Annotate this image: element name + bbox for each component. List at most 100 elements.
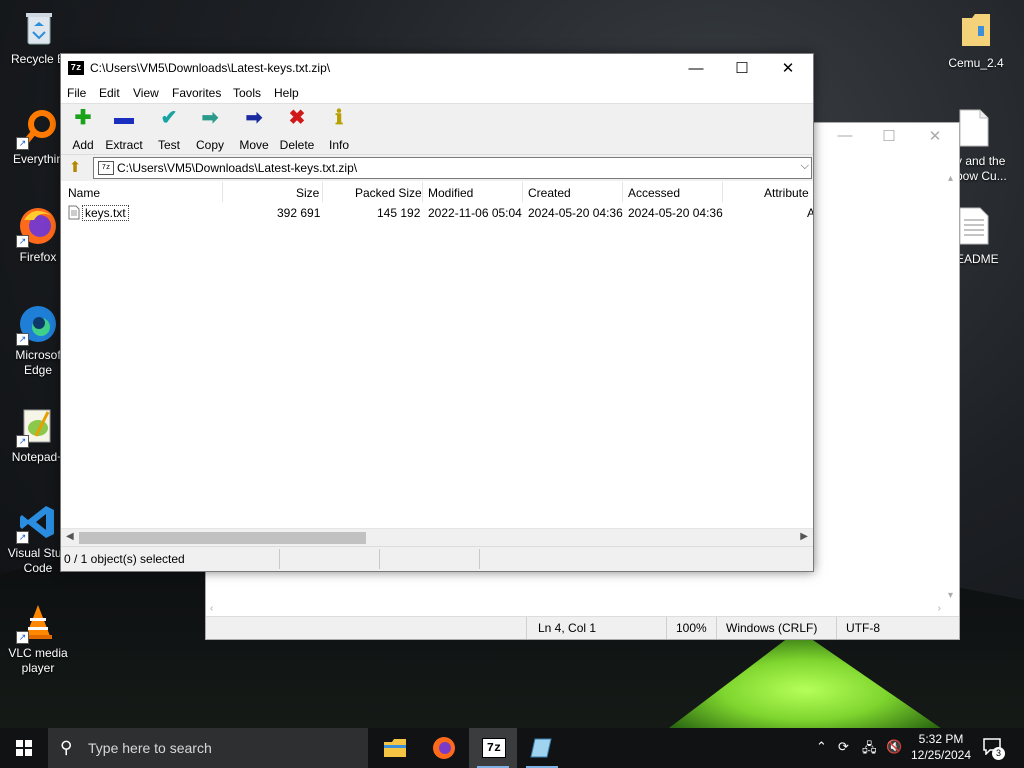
taskbar-notepad[interactable]: [518, 728, 566, 768]
column-divider[interactable]: [622, 182, 623, 202]
vlc-icon: ↗: [16, 602, 58, 644]
chevron-down-icon[interactable]: ⌵: [801, 160, 809, 173]
7zip-icon: 7z: [482, 738, 506, 758]
shortcut-arrow-icon: ↗: [16, 435, 29, 448]
file-accessed: 2024-05-20 04:36: [628, 206, 723, 220]
toolbar-add-button[interactable]: ✚ Add: [61, 106, 105, 151]
notepad-vertical-scrollbar[interactable]: ▴ ▾: [945, 173, 959, 601]
scrollbar-thumb[interactable]: [79, 532, 366, 544]
selection-status: 0 / 1 object(s) selected: [64, 552, 185, 566]
notification-center-button[interactable]: 3: [982, 737, 1006, 760]
menu-edit[interactable]: Edit: [99, 86, 120, 100]
folder-icon: [960, 10, 992, 50]
scroll-left-icon[interactable]: ‹: [210, 603, 213, 614]
address-bar: ⬆ 7z C:\Users\VM5\Downloads\Latest-keys.…: [61, 154, 813, 181]
taskbar-firefox[interactable]: [420, 728, 468, 768]
toolbar-test-button[interactable]: ✔ Test: [147, 106, 191, 151]
search-everything-icon: ↗: [16, 108, 58, 150]
horizontal-scrollbar[interactable]: ◀ ▶: [61, 528, 813, 547]
desktop-icon-readme[interactable]: EADME: [956, 206, 1016, 267]
clock-time: 5:32 PM: [918, 732, 964, 746]
minimize-icon: —: [688, 60, 704, 77]
notification-count: 3: [992, 747, 1005, 760]
maximize-icon[interactable]: ☐: [874, 127, 904, 147]
taskbar-7zip[interactable]: 7z: [469, 728, 517, 768]
column-divider[interactable]: [222, 182, 223, 202]
column-attributes[interactable]: Attribute: [764, 186, 809, 200]
address-field[interactable]: 7z C:\Users\VM5\Downloads\Latest-keys.tx…: [93, 157, 812, 179]
close-icon: ✕: [781, 60, 795, 77]
shortcut-arrow-icon: ↗: [16, 137, 29, 150]
column-modified[interactable]: Modified: [428, 186, 473, 200]
desktop-icon-document[interactable]: y and the bow Cu...: [956, 108, 1016, 184]
taskbar-clock[interactable]: 5:32 PM 12/25/2024: [908, 731, 974, 763]
maximize-button[interactable]: ☐: [719, 54, 765, 83]
shortcut-arrow-icon: ↗: [16, 631, 29, 644]
menu-view[interactable]: View: [133, 86, 159, 100]
toolbar-info-button[interactable]: ℹ Info: [317, 106, 361, 151]
status-separator: [279, 549, 280, 569]
notepad-icon: [530, 736, 554, 763]
system-tray: ⌃ ⟳ 🖧 🔇: [814, 728, 906, 768]
toolbar-button-label: Delete: [279, 138, 315, 152]
scroll-down-icon[interactable]: ▾: [948, 590, 953, 601]
desktop-icon-vlc[interactable]: ↗ VLC media player: [0, 602, 76, 676]
toolbar-delete-button[interactable]: ✖ Delete: [275, 106, 319, 151]
start-button[interactable]: [0, 728, 48, 768]
desktop-icon-cemu[interactable]: Cemu_2.4: [948, 10, 1004, 71]
status-separator: [716, 617, 717, 639]
column-size[interactable]: Size: [296, 186, 319, 200]
windows-update-icon[interactable]: ⟳: [838, 739, 849, 755]
column-divider[interactable]: [522, 182, 523, 202]
text-document-icon: [958, 206, 990, 246]
shortcut-arrow-icon: ↗: [16, 235, 29, 248]
column-divider[interactable]: [422, 182, 423, 202]
chevron-up-icon[interactable]: ⌃: [816, 739, 827, 755]
volume-muted-icon[interactable]: 🔇: [886, 739, 902, 755]
menu-favorites[interactable]: Favorites: [172, 86, 221, 100]
menu-tools[interactable]: Tools: [233, 86, 261, 100]
document-icon: [958, 108, 990, 148]
status-separator: [479, 549, 480, 569]
column-divider[interactable]: [722, 182, 723, 202]
close-icon[interactable]: ✕: [920, 127, 950, 147]
toolbar-button-label: Copy: [195, 138, 224, 152]
network-icon[interactable]: 🖧: [862, 739, 877, 761]
shortcut-arrow-icon: ↗: [16, 333, 29, 346]
notepad-horizontal-scrollbar[interactable]: ‹ ›: [206, 603, 945, 617]
toolbar-button-label: Add: [72, 138, 94, 152]
column-packed-size[interactable]: Packed Size: [355, 186, 422, 200]
column-name[interactable]: Name: [68, 186, 100, 200]
minimize-button[interactable]: —: [673, 54, 719, 83]
scroll-up-icon[interactable]: ▴: [948, 173, 953, 184]
close-button[interactable]: ✕: [765, 54, 811, 83]
taskbar-file-explorer[interactable]: [371, 728, 419, 768]
column-headers: Name Size Packed Size Modified Created A…: [61, 181, 813, 203]
file-created: 2024-05-20 04:36: [528, 206, 623, 220]
table-row[interactable]: keys.txt 392 691 145 192 2022-11-06 05:0…: [61, 203, 813, 223]
maximize-icon: ☐: [735, 60, 749, 77]
taskbar-search-box[interactable]: ⚲ Type here to search: [48, 728, 368, 768]
column-accessed[interactable]: Accessed: [628, 186, 680, 200]
up-folder-icon[interactable]: ⬆: [66, 159, 84, 177]
firefox-icon: ↗: [16, 206, 58, 248]
menu-help[interactable]: Help: [274, 86, 299, 100]
scroll-right-icon[interactable]: ▶: [800, 531, 808, 542]
7zip-title-bar[interactable]: 7z C:\Users\VM5\Downloads\Latest-keys.tx…: [61, 54, 813, 83]
file-name[interactable]: keys.txt: [82, 205, 129, 221]
scroll-right-icon[interactable]: ›: [938, 603, 941, 614]
file-attributes: A: [807, 206, 813, 220]
recycle-bin-icon: [18, 8, 58, 48]
column-created[interactable]: Created: [528, 186, 571, 200]
scroll-left-icon[interactable]: ◀: [66, 531, 74, 542]
minimize-icon[interactable]: —: [830, 127, 860, 147]
file-explorer-icon: [383, 738, 407, 761]
column-divider[interactable]: [322, 182, 323, 202]
toolbar-extract-button[interactable]: ▬ Extract: [102, 106, 146, 151]
toolbar-move-button[interactable]: ➡ Move: [232, 106, 276, 151]
menu-file[interactable]: File: [67, 86, 86, 100]
toolbar-copy-button[interactable]: ➡ Copy: [188, 106, 232, 151]
windows-logo-icon: [16, 740, 32, 756]
7zip-window[interactable]: 7z C:\Users\VM5\Downloads\Latest-keys.tx…: [60, 53, 814, 572]
status-separator: [379, 549, 380, 569]
